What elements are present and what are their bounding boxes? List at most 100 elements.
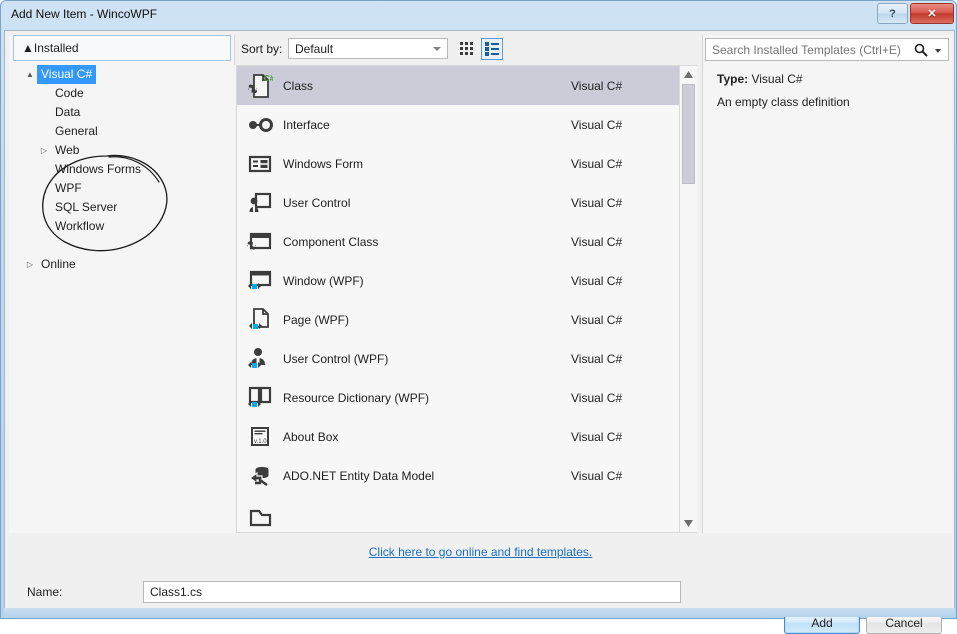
ado-net-entity-icon	[237, 463, 283, 489]
template-name: Window (WPF)	[283, 273, 364, 288]
tree-item-visual-c-[interactable]: ▲ Visual C#	[9, 65, 235, 85]
template-name: User Control (WPF)	[283, 351, 389, 366]
template-list-item[interactable]: User Control (WPF) Visual C#	[237, 339, 679, 378]
sort-by-value: Default	[295, 41, 334, 56]
template-list-item[interactable]: Interface Visual C#	[237, 105, 679, 144]
scroll-down-icon[interactable]	[680, 515, 697, 532]
tree-item-web[interactable]: ▷ Web	[9, 141, 235, 160]
title-bar[interactable]: Add New Item - WincoWPF ? ✕	[1, 1, 956, 30]
template-type-row: Type: Visual C#	[717, 72, 803, 86]
template-language: Visual C#	[571, 390, 623, 405]
tree-item-wpf[interactable]: WPF	[9, 179, 235, 198]
template-list-item[interactable]: Windows Form Visual C#	[237, 144, 679, 183]
name-input[interactable]	[143, 581, 681, 603]
template-list[interactable]: C#ClassVisual C#InterfaceVisual C#Window…	[236, 65, 680, 533]
type-value: Visual C#	[751, 72, 803, 86]
tree-item-label: Data	[55, 105, 81, 120]
template-name: Page (WPF)	[283, 312, 350, 327]
template-list-item[interactable]: ADO.NET Entity Data Model Visual C#	[237, 456, 679, 495]
search-box[interactable]	[705, 38, 949, 61]
chevron-right-icon[interactable]: ▷	[37, 141, 51, 160]
template-name: Class	[283, 78, 314, 93]
wpf-user-control-icon	[237, 346, 283, 372]
tree-item-online[interactable]: ▷ Online	[9, 255, 235, 274]
close-button[interactable]: ✕	[910, 3, 954, 24]
template-description: An empty class definition	[717, 95, 850, 109]
user-control-icon	[237, 190, 283, 216]
template-language: Visual C#	[571, 156, 623, 171]
template-list-item-partial[interactable]	[237, 495, 679, 532]
template-list-scrollbar[interactable]	[680, 65, 697, 533]
tree-item-data[interactable]: Data	[9, 103, 235, 122]
sort-by-dropdown[interactable]: Default	[288, 38, 448, 59]
search-icon[interactable]	[914, 43, 928, 60]
template-language: Visual C#	[571, 117, 623, 132]
template-list-item[interactable]: v.1.0 About Box Visual C#	[237, 417, 679, 456]
chevron-down-icon	[433, 47, 441, 51]
partial-icon	[237, 502, 283, 528]
template-language: Visual C#	[571, 273, 623, 288]
template-list-item[interactable]: Component Class Visual C#	[237, 222, 679, 261]
online-templates-strip: Click here to go online and find templat…	[9, 537, 952, 567]
tree-item-label: Windows Forms	[55, 162, 142, 177]
list-view-icon[interactable]	[481, 38, 503, 60]
installed-header[interactable]: ▲ Installed	[13, 35, 231, 61]
scrollbar-thumb[interactable]	[682, 84, 695, 184]
template-info-pane: Type: Visual C# An empty class definitio…	[702, 35, 952, 533]
tree-item-code[interactable]: Code	[9, 84, 235, 103]
name-label: Name:	[27, 585, 63, 599]
installed-templates-pane: ▲ Installed ▲ Visual C# Code Data General ▷ We…	[9, 35, 235, 533]
template-language: Visual C#	[571, 429, 623, 444]
svg-text:C#: C#	[264, 74, 273, 83]
tree-item-label: Online	[41, 257, 76, 272]
window-bottom-border	[4, 608, 955, 617]
dialog-window: Add New Item - WincoWPF ? ✕ ▲ Installed …	[0, 0, 957, 634]
chevron-down-icon[interactable]: ▲	[23, 65, 37, 84]
template-language: Visual C#	[571, 468, 623, 483]
installed-label: Installed	[33, 41, 79, 55]
chevron-down-icon[interactable]	[935, 49, 941, 53]
template-language: Visual C#	[571, 195, 623, 210]
grid-view-icon[interactable]	[456, 38, 478, 60]
template-name: Resource Dictionary (WPF)	[283, 390, 430, 405]
template-name: About Box	[283, 429, 339, 444]
tree-item-label: Visual C#	[37, 65, 97, 85]
tree-item-general[interactable]: General	[9, 122, 235, 141]
tree-item-windows-forms[interactable]: Windows Forms	[9, 160, 235, 179]
template-name: ADO.NET Entity Data Model	[283, 468, 435, 483]
tree-item-label: Web	[55, 143, 80, 158]
search-input[interactable]	[706, 40, 906, 59]
svg-text:v.1.0: v.1.0	[254, 439, 267, 445]
tree-item-label: SQL Server	[55, 200, 118, 215]
template-name: Component Class	[283, 234, 379, 249]
resource-dictionary-icon	[237, 385, 283, 411]
template-name: User Control	[283, 195, 351, 210]
help-button[interactable]: ?	[877, 3, 908, 24]
type-label: Type:	[717, 72, 749, 86]
online-templates-link[interactable]: Click here to go online and find templat…	[369, 545, 592, 559]
template-language: Visual C#	[571, 312, 623, 327]
category-tree[interactable]: ▲ Visual C# Code Data General ▷ Web Windows For…	[9, 65, 235, 533]
wpf-page-icon	[237, 307, 283, 333]
tree-item-label: Code	[55, 86, 84, 101]
about-box-icon: v.1.0	[237, 424, 283, 450]
tree-item-label: Workflow	[55, 219, 105, 234]
tree-item-workflow[interactable]: Workflow	[9, 217, 235, 236]
scroll-up-icon[interactable]	[680, 66, 697, 83]
chevron-down-icon[interactable]: ▲	[22, 41, 34, 55]
window-title: Add New Item - WincoWPF	[11, 7, 158, 21]
list-toolbar: Sort by: Default	[236, 35, 680, 65]
chevron-right-icon[interactable]: ▷	[23, 255, 37, 274]
component-class-icon	[237, 229, 283, 255]
template-list-item[interactable]: Page (WPF) Visual C#	[237, 300, 679, 339]
interface-icon	[237, 112, 283, 138]
windows-form-icon	[237, 151, 283, 177]
template-list-item[interactable]: Resource Dictionary (WPF) Visual C#	[237, 378, 679, 417]
template-list-item[interactable]: User Control Visual C#	[237, 183, 679, 222]
template-list-item[interactable]: Window (WPF) Visual C#	[237, 261, 679, 300]
template-name: Windows Form	[283, 156, 364, 171]
template-list-item[interactable]: C# Class Visual C#	[237, 66, 679, 105]
tree-item-sql-server[interactable]: SQL Server	[9, 198, 235, 217]
dialog-client-area: ▲ Installed ▲ Visual C# Code Data General ▷ We…	[4, 30, 955, 634]
